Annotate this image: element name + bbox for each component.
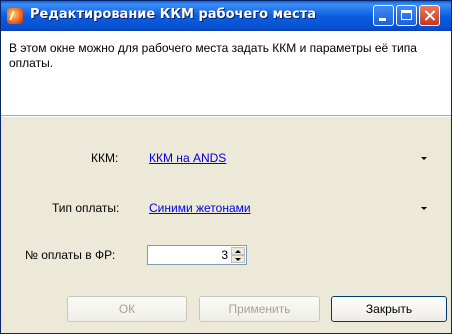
title-bar[interactable]: Редактирование ККМ рабочего места — [1, 1, 451, 31]
chevron-down-icon[interactable] — [421, 207, 427, 210]
window-title: Редактирование ККМ рабочего места — [30, 7, 316, 22]
minimize-button[interactable] — [373, 5, 394, 26]
fr-payment-no-stepper[interactable]: 3 — [147, 245, 247, 265]
payment-type-value[interactable]: Синими жетонами — [149, 201, 251, 215]
stepper-up-icon[interactable] — [231, 247, 245, 255]
kkm-dropdown[interactable]: ККМ на ANDS — [145, 147, 441, 169]
dialog-window: Редактирование ККМ рабочего места В этом… — [0, 0, 452, 334]
payment-type-dropdown[interactable]: Синими жетонами — [145, 197, 441, 219]
close-button[interactable]: Закрыть — [331, 296, 447, 322]
stepper-down-icon[interactable] — [231, 255, 245, 263]
payment-type-label: Тип оплаты: — [52, 201, 120, 215]
fr-payment-no-label: № оплаты в ФР: — [25, 248, 116, 262]
stepper-buttons — [231, 247, 245, 263]
fr-payment-no-value[interactable]: 3 — [221, 248, 228, 262]
apply-button[interactable]: Применить — [199, 296, 320, 322]
chevron-down-icon[interactable] — [421, 157, 427, 160]
kkm-value[interactable]: ККМ на ANDS — [149, 151, 226, 165]
ok-button[interactable]: ОК — [67, 296, 187, 322]
close-window-button[interactable] — [419, 5, 440, 26]
info-separator — [1, 115, 451, 117]
app-icon — [7, 8, 23, 24]
info-text: В этом окне можно для рабочего места зад… — [9, 41, 417, 70]
kkm-label: ККМ: — [91, 151, 119, 165]
maximize-button[interactable] — [396, 5, 417, 26]
